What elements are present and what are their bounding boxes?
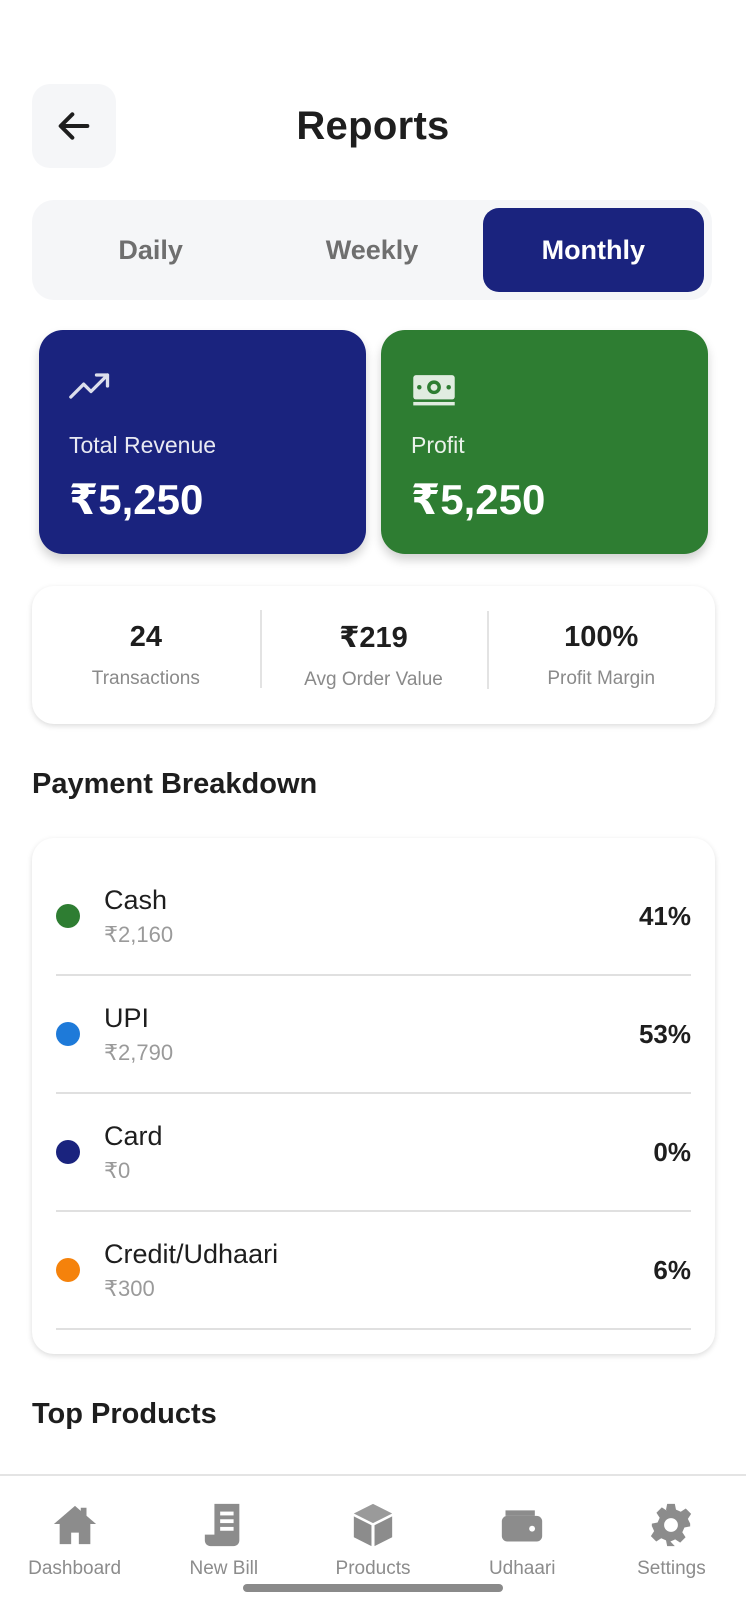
payment-row-credit: Credit/Udhaari ₹300 6% <box>56 1212 691 1330</box>
card-dot <box>56 1140 80 1164</box>
cash-icon <box>413 375 455 406</box>
payment-amount: ₹0 <box>104 1157 131 1183</box>
trending-up-icon <box>69 373 110 399</box>
stat-transactions: 24 Transactions <box>32 621 260 690</box>
page-title: Reports <box>296 104 450 148</box>
payment-breakdown-card: Cash ₹2,160 41% UPI ₹2,790 53% Card ₹0 0… <box>32 838 715 1354</box>
nav-label: Products <box>335 1558 411 1579</box>
payment-breakdown-title: Payment Breakdown <box>32 768 318 800</box>
nav-label: New Bill <box>189 1558 259 1579</box>
home-icon <box>53 1505 96 1545</box>
stat-value: 100% <box>564 620 639 653</box>
payment-percent: 6% <box>653 1254 691 1285</box>
cash-dot <box>56 904 80 928</box>
gear-icon <box>651 1503 692 1547</box>
nav-dashboard[interactable]: Dashboard <box>0 1476 149 1600</box>
home-indicator[interactable] <box>243 1584 503 1592</box>
stat-avg-order-value: ₹219 Avg Order Value <box>259 609 488 691</box>
payment-name: Cash <box>104 884 168 915</box>
bottom-nav: Dashboard New Bill Products Udhaari Sett… <box>0 1474 746 1600</box>
nav-udhaari[interactable]: Udhaari <box>448 1476 597 1600</box>
payment-amount: ₹2,790 <box>104 1039 174 1065</box>
top-products-title: Top Products <box>32 1398 217 1430</box>
receipt-icon <box>204 1503 240 1547</box>
tab-weekly[interactable]: Weekly <box>261 208 482 292</box>
stat-value: ₹219 <box>339 621 408 654</box>
total-revenue-card: Total Revenue ₹5,250 <box>39 330 366 554</box>
nav-settings[interactable]: Settings <box>597 1476 746 1600</box>
payment-name: Card <box>104 1120 163 1151</box>
stat-label: Avg Order Value <box>304 668 443 690</box>
total-revenue-value: ₹5,250 <box>69 476 204 523</box>
stat-profit-margin: 100% Profit Margin <box>487 610 715 690</box>
payment-percent: 53% <box>638 1018 691 1049</box>
payment-amount: ₹2,160 <box>104 921 174 947</box>
total-revenue-label: Total Revenue <box>69 432 217 458</box>
nav-new-bill[interactable]: New Bill <box>149 1476 298 1600</box>
nav-label: Settings <box>637 1558 706 1579</box>
period-tabs: Daily Weekly Monthly <box>32 200 712 300</box>
credit-dot <box>56 1258 80 1282</box>
payment-percent: 0% <box>653 1136 691 1167</box>
profit-card: Profit ₹5,250 <box>381 330 708 554</box>
payment-name: UPI <box>104 1002 150 1033</box>
reports-screen: Reports Daily Weekly Monthly Total Reven… <box>0 0 746 1600</box>
stat-label: Transactions <box>91 667 200 689</box>
profit-value: ₹5,250 <box>411 476 546 523</box>
tab-daily[interactable]: Daily <box>40 208 261 292</box>
payment-row-cash: Cash ₹2,160 41% <box>56 838 691 976</box>
wallet-icon <box>502 1510 543 1542</box>
stats-row: 24 Transactions ₹219 Avg Order Value 100… <box>32 586 715 724</box>
tab-monthly[interactable]: Monthly <box>482 208 704 292</box>
profit-label: Profit <box>411 432 465 458</box>
stat-label: Profit Margin <box>547 667 656 689</box>
box-icon <box>353 1503 393 1547</box>
nav-label: Dashboard <box>28 1558 122 1579</box>
stat-value: 24 <box>129 620 162 653</box>
payment-percent: 41% <box>638 900 691 931</box>
upi-dot <box>56 1022 80 1046</box>
payment-row-upi: UPI ₹2,790 53% <box>56 976 691 1094</box>
payment-row-card: Card ₹0 0% <box>56 1094 691 1212</box>
nav-label: Udhaari <box>488 1558 556 1579</box>
payment-amount: ₹300 <box>104 1275 155 1301</box>
nav-products[interactable]: Products <box>298 1476 447 1600</box>
payment-name: Credit/Udhaari <box>104 1238 279 1269</box>
